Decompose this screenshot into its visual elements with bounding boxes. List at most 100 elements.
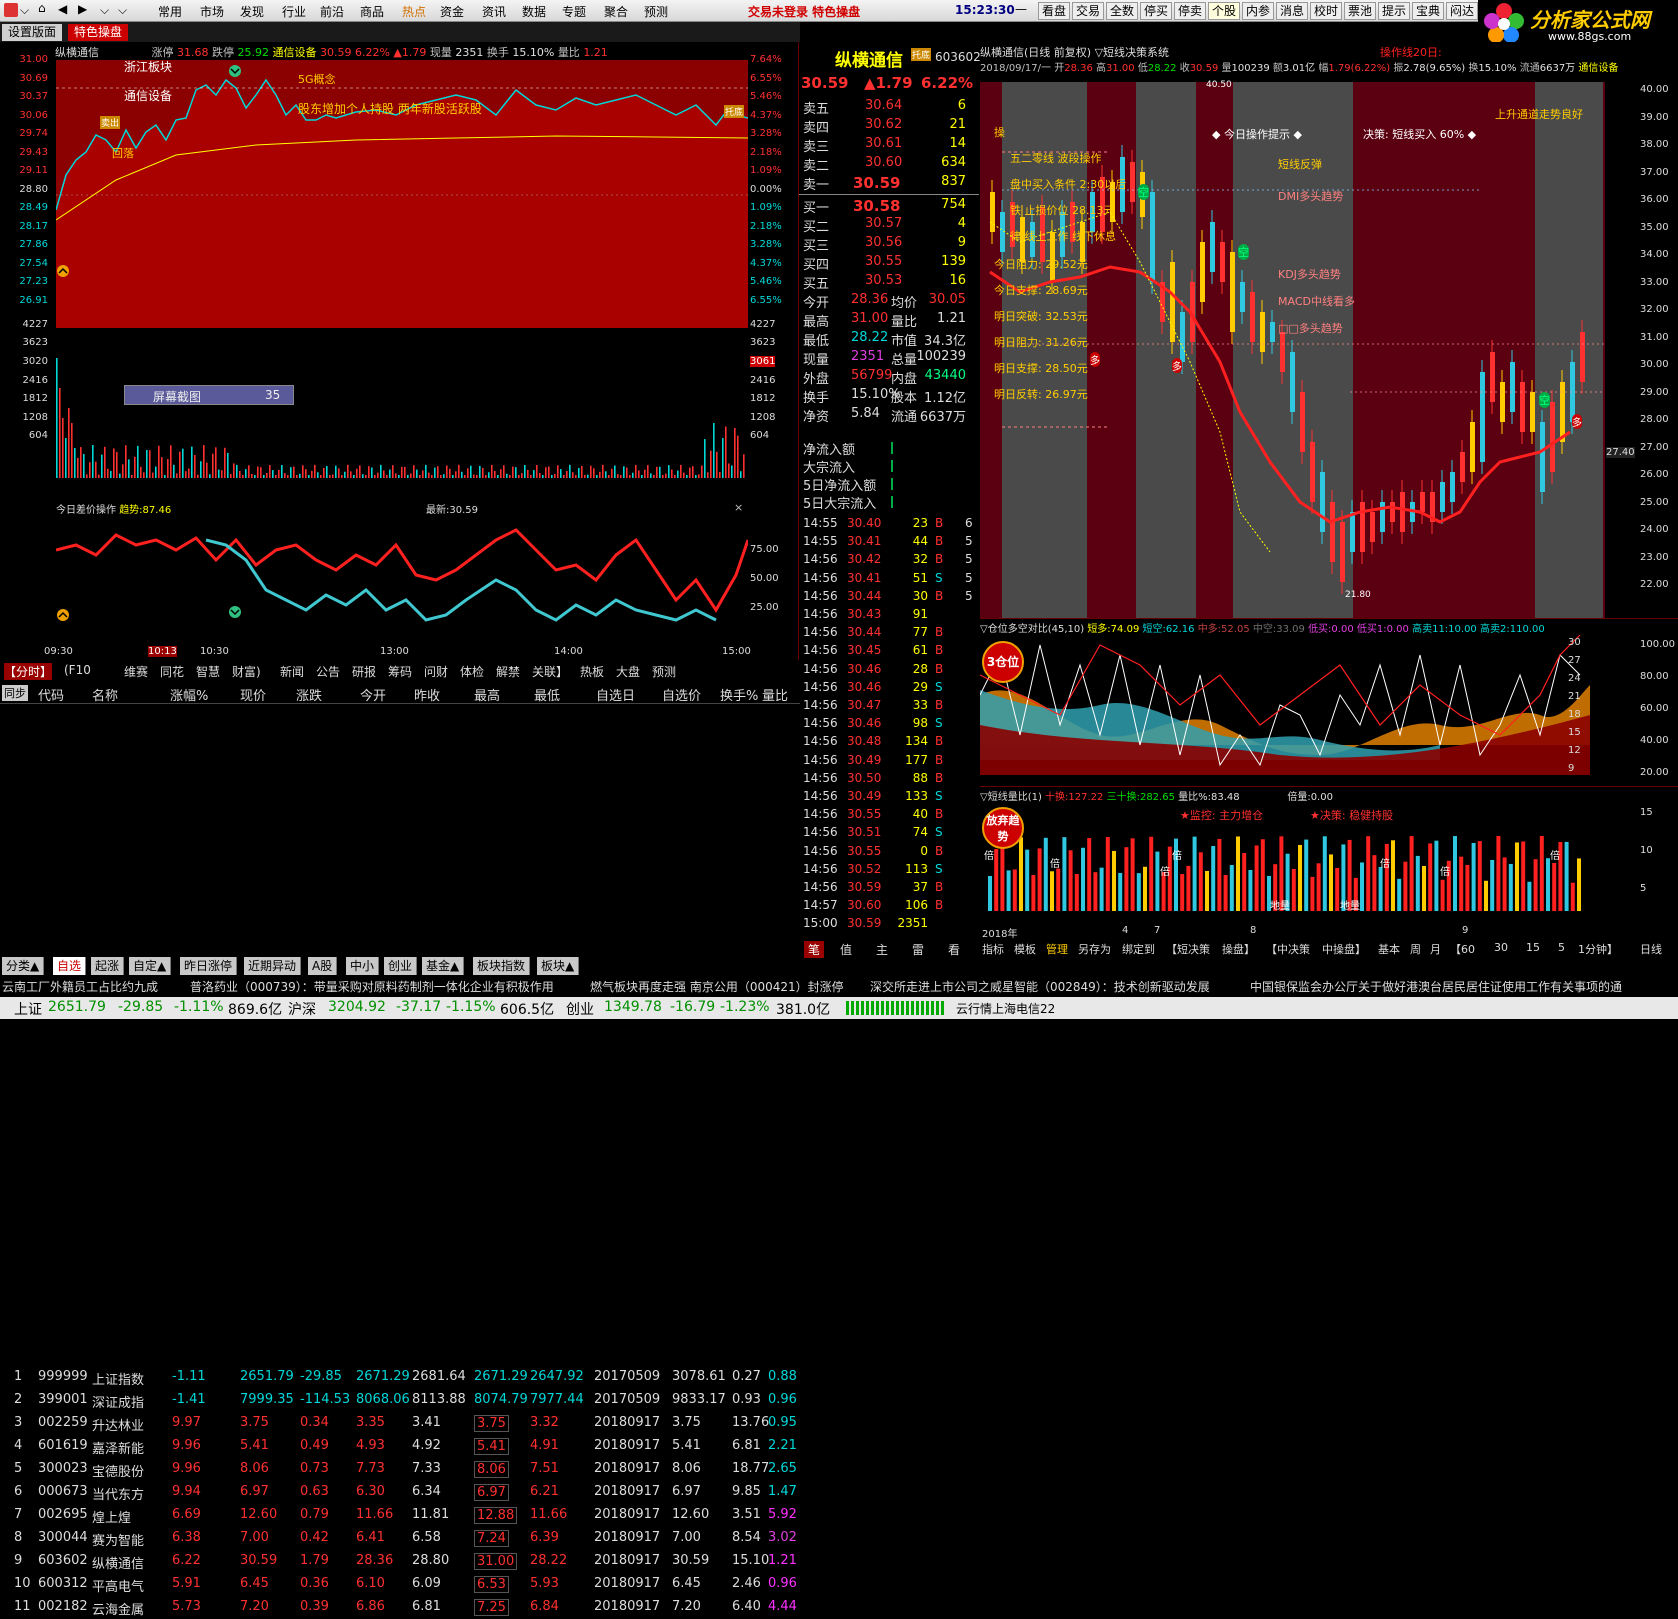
table-tab[interactable]: 解禁 [496,663,520,680]
table-tab[interactable]: 财富) [232,663,261,680]
table-tab[interactable]: 问财 [424,663,448,680]
kline-toolbar-tab[interactable]: 周 [1410,941,1421,957]
table-row[interactable]: 10 600312 平高电气 5.91 6.45 0.36 6.10 6.09 6.53 5.93… [0,1573,800,1596]
table-row[interactable]: 1 999999 上证指数 -1.11 2651.79 -29.85 2671.29 2681… [0,1366,800,1389]
toolbar-button[interactable]: 内参 [1242,2,1275,20]
quote-tab[interactable]: 看 [948,941,960,958]
nav-dropdown-icon[interactable]: ⌵ [118,3,127,18]
table-tab[interactable]: 热板 [580,663,604,680]
table-column-header[interactable]: 量比 [762,685,788,704]
tab-special-trading[interactable]: 特色操盘 [68,24,129,41]
menu-item[interactable]: 数据 [522,3,546,20]
table-column-header[interactable]: 名称 [92,685,118,704]
toolbar-button[interactable]: 停买 [1140,2,1173,20]
kline-toolbar-tab[interactable]: 月 [1430,941,1441,957]
bottom-tab[interactable]: 昨日涨停 [180,957,238,975]
toolbar-button[interactable]: 校时 [1310,2,1343,20]
table-row[interactable]: 8 300044 赛为智能 6.38 7.00 0.42 6.41 6.58 7.24 6.39 2… [0,1527,800,1550]
intraday-price-chart[interactable] [56,60,748,520]
kline-toolbar-tab[interactable]: 30 [1494,941,1508,954]
menu-item[interactable]: 热点 [402,3,426,20]
menu-item[interactable]: 常用 [158,3,182,20]
news-item[interactable]: 普洛药业（000739）：带量采购对原料药制剂一体化企业有积极作用 [190,978,554,995]
kline-panel[interactable]: 纵横通信(日线 前复权) ▽短线决策系统 2018/09/17/一 开28.36… [980,42,1678,622]
menu-item[interactable]: 资金 [440,3,464,20]
table-column-header[interactable]: 换手% [720,685,758,704]
forward-icon[interactable]: ▶ [78,2,87,16]
toolbar-button[interactable]: 看盘 [1038,2,1071,20]
table-row[interactable]: 5 300023 宝德股份 9.96 8.06 0.73 7.73 7.33 8.06 7.51 2… [0,1458,800,1481]
table-column-header[interactable]: 最高 [474,685,500,704]
news-item[interactable]: 深交所走进上市公司之威星智能（002849）：技术创新驱动发展 [870,978,1210,995]
kline-toolbar-tab[interactable]: 【中决策 [1266,941,1310,957]
menu-item[interactable]: 前沿 [320,3,344,20]
bottom-tab[interactable]: 分类▲ [2,957,45,975]
table-tab[interactable]: 体检 [460,663,484,680]
news-item[interactable]: 燃气板块再度走强 南京公用（000421）封涨停 [590,978,844,995]
table-tab[interactable]: (F10 [64,663,91,677]
toolbar-button[interactable]: 宝典 [1412,2,1445,20]
bottom-tab[interactable]: 板块▲ [537,957,580,975]
back-icon[interactable]: ◀ [58,2,67,16]
toolbar-button[interactable]: 停卖 [1174,2,1207,20]
table-column-header[interactable]: 昨收 [414,685,440,704]
bottom-tab[interactable]: 近期异动 [244,957,302,975]
table-tab[interactable]: 研报 [352,663,376,680]
nav-dropdown-icon[interactable]: ⌵ [100,3,109,18]
intraday-chart-panel[interactable]: 纵横通信 涨停 31.68 跌停 25.92 通信设备 30.59 6.22% … [0,42,800,660]
close-osc-icon[interactable]: × [734,501,743,514]
kline-toolbar-tab[interactable]: 另存为 [1078,941,1111,957]
bottom-tab[interactable]: 创业 [384,957,418,975]
tab-layout-settings[interactable]: 设置版面 [2,24,63,41]
news-item[interactable]: 中国银保监会办公厅关于做好港澳台居民居住证使用工作有关事项的通 [1250,978,1622,995]
table-column-header[interactable]: 最低 [534,685,560,704]
toolbar-button[interactable]: 交易 [1072,2,1105,20]
bottom-tab[interactable]: A股 [308,957,338,975]
table-tab[interactable]: 智慧 [196,663,220,680]
kline-toolbar-tab[interactable]: 15 [1526,941,1540,954]
kline-toolbar-tab[interactable]: 模板 [1014,941,1036,957]
table-row[interactable]: 4 601619 嘉泽新能 9.96 5.41 0.49 4.93 4.92 5.41 4.91 2… [0,1435,800,1458]
app-icon[interactable] [4,3,18,17]
quote-tab[interactable]: 主 [876,941,888,958]
kline-toolbar-tab[interactable]: 中操盘】 [1322,941,1366,957]
quote-tab[interactable]: 笔 [804,941,825,958]
menu-item[interactable]: 市场 [200,3,224,20]
table-tab[interactable]: 同花 [160,663,184,680]
minimize-icon[interactable]: — [1015,2,1027,16]
table-tab[interactable]: 公告 [316,663,340,680]
table-row[interactable]: 7 002695 煌上煌 6.69 12.60 0.79 11.66 11.81 12.88 11… [0,1504,800,1527]
menu-item[interactable]: 资讯 [482,3,506,20]
table-column-header[interactable]: 涨跌 [296,685,322,704]
bottom-tab[interactable]: 自定▲ [129,957,172,975]
table-column-header[interactable]: 现价 [240,685,266,704]
news-ticker[interactable]: 云南工厂外籍员工占比约九成 普洛药业（000739）：带量采购对原料药制剂一体化企… [0,976,1678,996]
toolbar-button[interactable]: 提示 [1378,2,1411,20]
news-item[interactable]: 云南工厂外籍员工占比约九成 [2,978,158,995]
dropdown-icon[interactable]: ⌵ [20,3,29,18]
quote-tab[interactable]: 值 [840,941,852,958]
toolbar-button[interactable]: 全数 [1106,2,1139,20]
bottom-tab[interactable]: 中小 [346,957,380,975]
table-tab[interactable]: 预测 [652,663,676,680]
toolbar-button[interactable]: 票池 [1344,2,1377,20]
home-icon[interactable]: ⌂ [38,1,46,15]
bottom-tab[interactable]: 板块指数 [473,957,531,975]
menu-item[interactable]: 发现 [240,3,264,20]
kline-toolbar-tab[interactable]: 基本 [1378,941,1400,957]
table-column-header[interactable]: 今开 [360,685,386,704]
table-row[interactable]: 3 002259 升达林业 9.97 3.75 0.34 3.35 3.41 3.75 3.32 2… [0,1412,800,1435]
kline-toolbar-tab[interactable]: 【短决策 [1166,941,1210,957]
table-tab[interactable]: 【分时】 [4,663,53,680]
table-row[interactable]: 9 603602 纵横通信 6.22 30.59 1.79 28.36 28.80 31.00 2… [0,1550,800,1573]
kline-toolbar-tab[interactable]: 5 [1558,941,1565,954]
table-tab[interactable]: 筹码 [388,663,412,680]
kline-toolbar-tab[interactable]: 1分钟】 [1578,941,1618,957]
table-column-header[interactable]: 自选价 [662,685,701,704]
kline-toolbar-tab[interactable]: 操盘】 [1222,941,1255,957]
quote-tab[interactable]: 雷 [912,941,924,958]
toolbar-button[interactable]: 个股 [1208,2,1241,20]
toolbar-button[interactable]: 闷达 [1446,2,1479,20]
table-column-header[interactable]: 代码 [38,685,64,704]
kline-toolbar-tab[interactable]: 【60 [1450,941,1475,957]
